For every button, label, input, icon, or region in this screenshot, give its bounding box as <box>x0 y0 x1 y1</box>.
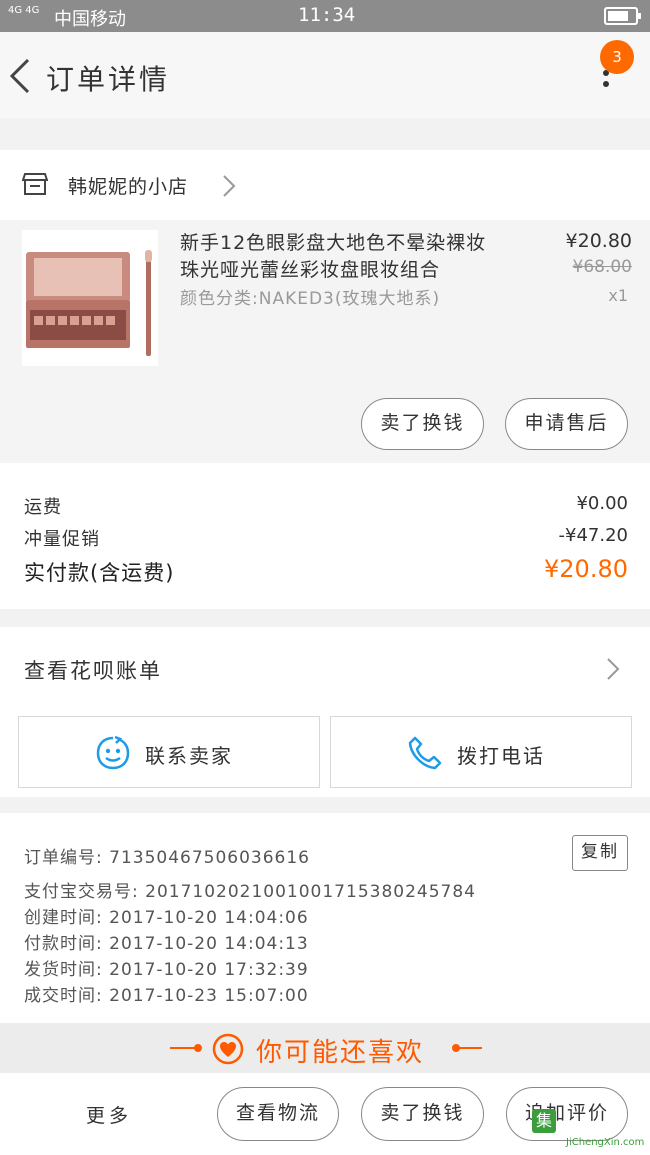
fee-summary: 运费 ¥0.00 冲量促销 -¥47.20 实付款(含运费) ¥20.80 <box>0 463 650 609</box>
shop-icon <box>22 173 48 195</box>
huabei-bill-row[interactable]: 查看花呗账单 <box>0 627 650 707</box>
shipped-time: 发货时间: 2017-10-20 17:32:39 <box>24 960 309 980</box>
huabei-bill-label[interactable]: 查看花呗账单 <box>24 655 162 685</box>
resell-button[interactable]: 卖了换钱 <box>361 398 484 450</box>
phone-icon <box>408 736 442 770</box>
back-arrow-icon[interactable] <box>6 56 36 96</box>
created-time: 创建时间: 2017-10-20 14:04:06 <box>24 908 309 928</box>
shop-name[interactable]: 韩妮妮的小店 <box>68 172 188 199</box>
product-price: ¥20.80 <box>565 230 632 252</box>
alipay-number: 支付宝交易号: 2017102021001001715380245784 <box>24 882 476 902</box>
after-sale-button[interactable]: 申请售后 <box>505 398 628 450</box>
battery-icon <box>604 7 641 25</box>
divider <box>194 1044 202 1052</box>
clock: 11:34 <box>298 4 356 26</box>
watermark-logo: 集 <box>532 1109 556 1133</box>
divider <box>456 1047 482 1049</box>
recommend-header: 你可能还喜欢 <box>0 1023 650 1073</box>
status-bar: 4G 4G 中国移动 11:34 <box>0 0 650 32</box>
top-bar: 订单详情 3 <box>0 32 650 118</box>
completed-time: 成交时间: 2017-10-23 15:07:00 <box>24 986 309 1006</box>
watermark: 集 JiChengXin.com <box>532 1103 650 1153</box>
contact-seller-button[interactable]: 联系卖家 <box>18 716 320 788</box>
original-price: ¥68.00 <box>572 257 632 277</box>
contact-actions: 联系卖家 拨打电话 <box>0 707 650 797</box>
chevron-right-icon[interactable] <box>222 174 236 198</box>
product-image[interactable] <box>22 230 158 366</box>
heart-icon <box>212 1033 244 1065</box>
call-phone-label: 拨打电话 <box>457 744 545 768</box>
promo-value: -¥47.20 <box>558 525 628 546</box>
total-paid-label: 实付款(含运费) <box>24 561 175 585</box>
promo-label: 冲量促销 <box>24 529 100 550</box>
total-paid-value: ¥20.80 <box>544 555 628 583</box>
shipping-label: 运费 <box>24 497 62 518</box>
chat-bubble-icon <box>96 735 130 770</box>
bottom-action-bar: 更多 查看物流 卖了换钱 追加评价 集 JiChengXin.com <box>0 1073 650 1155</box>
order-number: 订单编号: 71350467506036616 <box>24 848 311 868</box>
recommend-title: 你可能还喜欢 <box>256 1038 425 1068</box>
notification-badge: 3 <box>600 40 634 74</box>
more-button[interactable]: 更多 <box>86 1101 132 1128</box>
shop-row[interactable]: 韩妮妮的小店 <box>0 150 650 220</box>
order-info: 订单编号: 71350467506036616 复制 支付宝交易号: 20171… <box>0 813 650 1023</box>
watermark-site: JiChengXin.com <box>566 1137 645 1148</box>
network-indicator: 4G 4G <box>8 5 40 16</box>
product-quantity: x1 <box>608 286 628 305</box>
view-logistics-button[interactable]: 查看物流 <box>217 1087 339 1141</box>
copy-button[interactable]: 复制 <box>572 835 628 871</box>
call-phone-button[interactable]: 拨打电话 <box>330 716 632 788</box>
divider <box>170 1047 196 1049</box>
carrier-name: 中国移动 <box>54 9 126 30</box>
product-title[interactable]: 新手12色眼影盘大地色不晕染裸妆珠光哑光蕾丝彩妆盘眼妆组合 <box>180 230 505 284</box>
chevron-right-icon[interactable] <box>606 657 620 681</box>
contact-seller-label: 联系卖家 <box>145 744 233 768</box>
product-card[interactable]: 新手12色眼影盘大地色不晕染裸妆珠光哑光蕾丝彩妆盘眼妆组合 颜色分类:NAKED… <box>0 220 650 463</box>
page-title: 订单详情 <box>46 63 171 96</box>
resell-button[interactable]: 卖了换钱 <box>361 1087 484 1141</box>
product-variant: 颜色分类:NAKED3(玫瑰大地系) <box>180 289 441 309</box>
shipping-value: ¥0.00 <box>576 493 628 514</box>
paid-time: 付款时间: 2017-10-20 14:04:13 <box>24 934 309 954</box>
